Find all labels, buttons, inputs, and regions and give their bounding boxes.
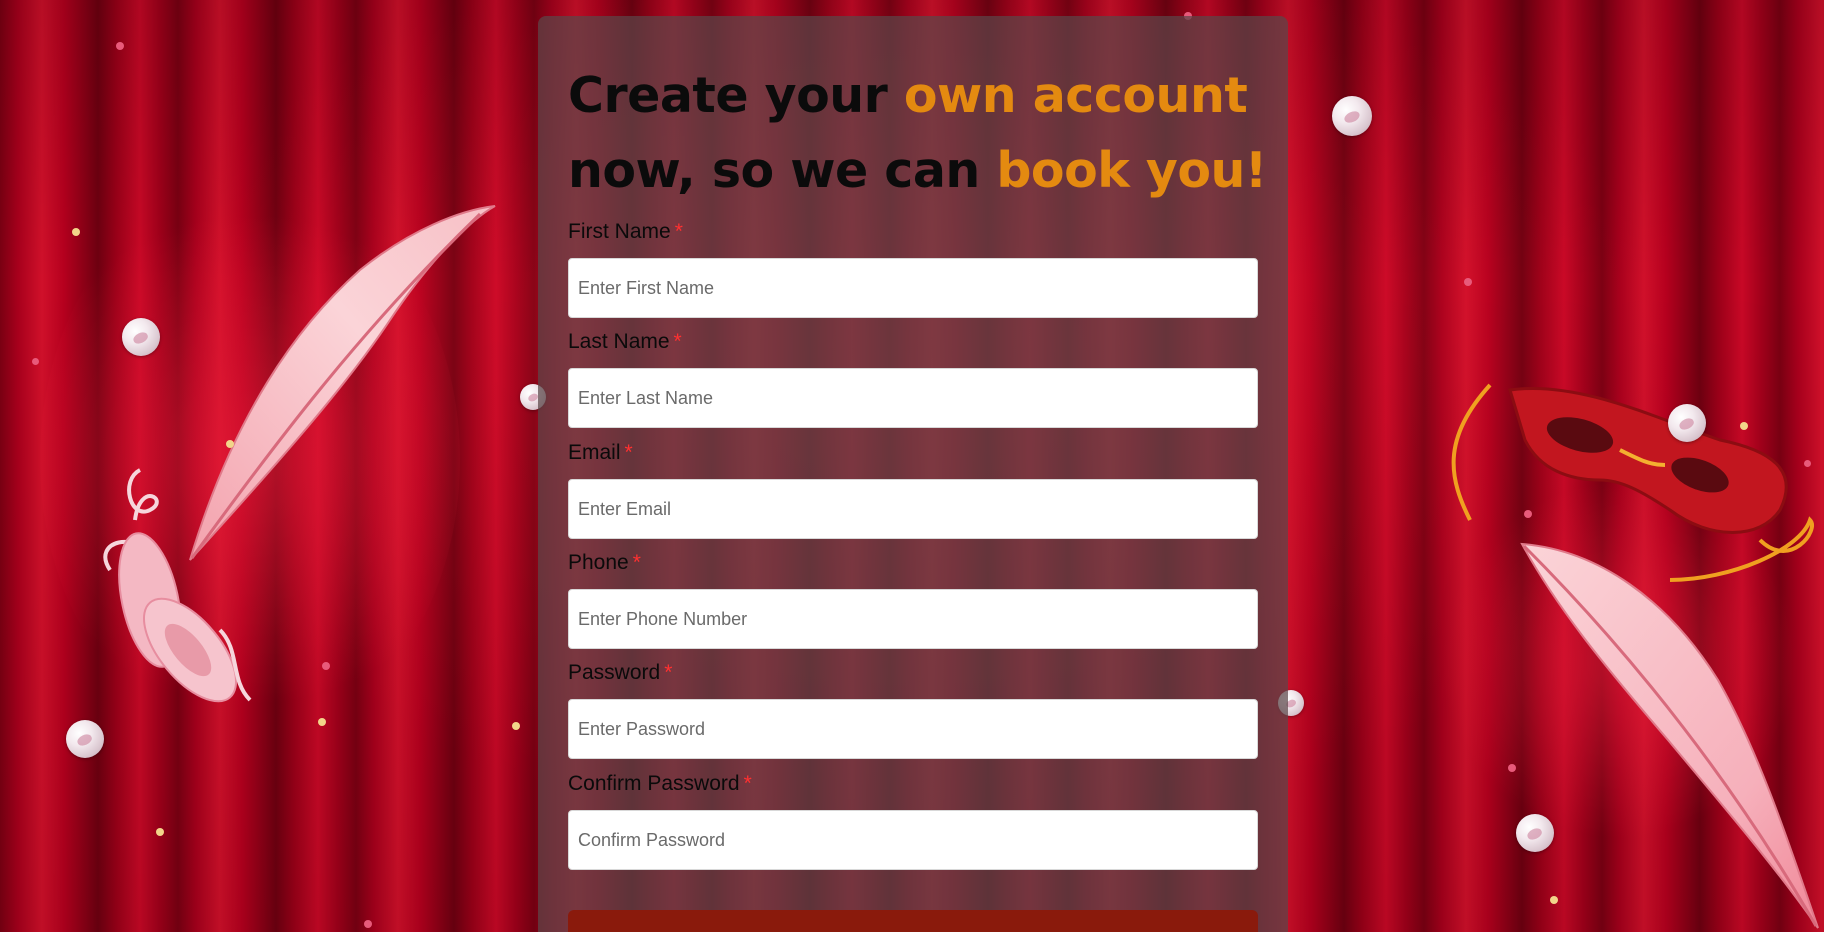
pearl-icon [66,720,104,758]
sparkle-dot [32,358,39,365]
last-name-input[interactable] [568,368,1258,428]
submit-button[interactable] [568,910,1258,932]
password-label: Password * [568,661,672,685]
last-name-label-text: Last Name [568,330,670,353]
sparkle-dot [318,718,326,726]
title-line2-accent: book you! [996,142,1267,199]
feather-icon [1520,542,1819,929]
sparkle-dot [322,662,330,670]
password-label-text: Password [568,661,661,684]
confirm-password-label-text: Confirm Password [568,772,740,795]
pearl-icon [1332,96,1372,136]
password-input[interactable] [568,699,1258,759]
sparkle-dot [116,42,124,50]
sparkle-dot [1550,896,1558,904]
sparkle-dot [1508,764,1516,772]
email-input[interactable] [568,479,1258,539]
page-title: Create your own account now, so we can b… [568,58,1288,208]
first-name-label: First Name * [568,220,683,244]
title-line1-text: Create your [568,67,904,124]
required-marker: * [624,441,633,464]
pearl-icon [122,318,160,356]
title-line2-text: now, so we can [568,142,997,199]
pearl-icon [1516,814,1554,852]
email-label: Email * [568,441,633,465]
required-marker: * [673,330,682,353]
sparkle-dot [1464,278,1472,286]
required-marker: * [664,661,673,684]
confirm-password-label: Confirm Password * [568,772,752,796]
sparkle-dot [364,920,372,928]
title-line1-accent: own account [903,67,1248,124]
required-marker: * [632,551,641,574]
email-label-text: Email [568,441,621,464]
sparkle-dot [1740,422,1748,430]
sparkle-dot [226,440,234,448]
sparkle-dot [1524,510,1532,518]
sparkle-dot [72,228,80,236]
last-name-label: Last Name * [568,330,682,354]
first-name-label-text: First Name [568,220,671,243]
required-marker: * [674,220,683,243]
sparkle-dot [512,722,520,730]
confirm-password-input[interactable] [568,810,1258,870]
sparkle-dot [156,828,164,836]
phone-label: Phone * [568,551,641,575]
phone-label-text: Phone [568,551,629,574]
pearl-icon [1668,404,1706,442]
required-marker: * [743,772,752,795]
phone-input[interactable] [568,589,1258,649]
ballet-shoes-icon [103,468,252,703]
sparkle-dot [1804,460,1811,467]
first-name-input[interactable] [568,258,1258,318]
